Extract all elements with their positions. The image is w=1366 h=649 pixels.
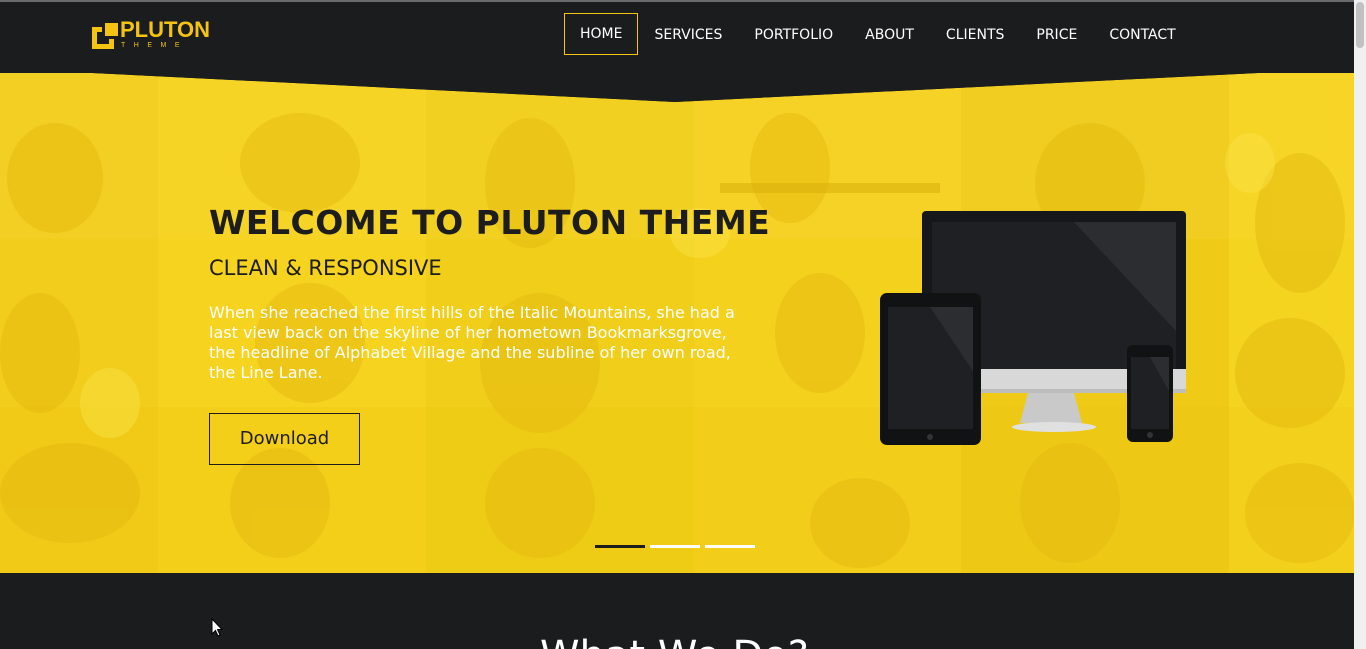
pluton-logo-icon	[92, 23, 118, 49]
scrollbar-thumb[interactable]	[1356, 2, 1364, 48]
slider-dot-3[interactable]	[705, 545, 755, 548]
nav-item-about[interactable]: ABOUT	[849, 14, 930, 54]
site-header: PLUTON THEME HOME SERVICES PORTFOLIO ABO…	[0, 2, 1354, 73]
devices-illustration	[878, 211, 1188, 455]
mouse-cursor-icon	[211, 617, 224, 642]
logo-subtitle: THEME	[121, 42, 188, 49]
main-nav: HOME SERVICES PORTFOLIO ABOUT CLIENTS PR…	[564, 13, 1192, 55]
nav-item-services[interactable]: SERVICES	[638, 14, 738, 54]
hero-subtitle: CLEAN & RESPONSIVE	[209, 256, 442, 280]
logo[interactable]: PLUTON THEME	[92, 19, 210, 49]
section-title-what-we-do: What We Do?	[540, 636, 809, 649]
header-notch	[0, 73, 1354, 102]
nav-item-clients[interactable]: CLIENTS	[930, 14, 1020, 54]
hero-text: When she reached the first hills of the …	[209, 303, 735, 382]
slider-dot-2[interactable]	[650, 545, 700, 548]
page: PLUTON THEME HOME SERVICES PORTFOLIO ABO…	[0, 0, 1366, 649]
slider-pagination	[595, 545, 760, 548]
page-scrollbar[interactable]	[1354, 0, 1366, 649]
nav-item-home[interactable]: HOME	[564, 13, 639, 55]
logo-word: PLUTON	[120, 17, 211, 42]
nav-item-contact[interactable]: CONTACT	[1093, 14, 1191, 54]
nav-item-portfolio[interactable]: PORTFOLIO	[738, 14, 849, 54]
nav-item-price[interactable]: PRICE	[1020, 14, 1093, 54]
hero-title: WELCOME TO PLUTON THEME	[209, 203, 771, 242]
download-button[interactable]: Download	[209, 413, 360, 465]
slider-dot-1[interactable]	[595, 545, 645, 548]
